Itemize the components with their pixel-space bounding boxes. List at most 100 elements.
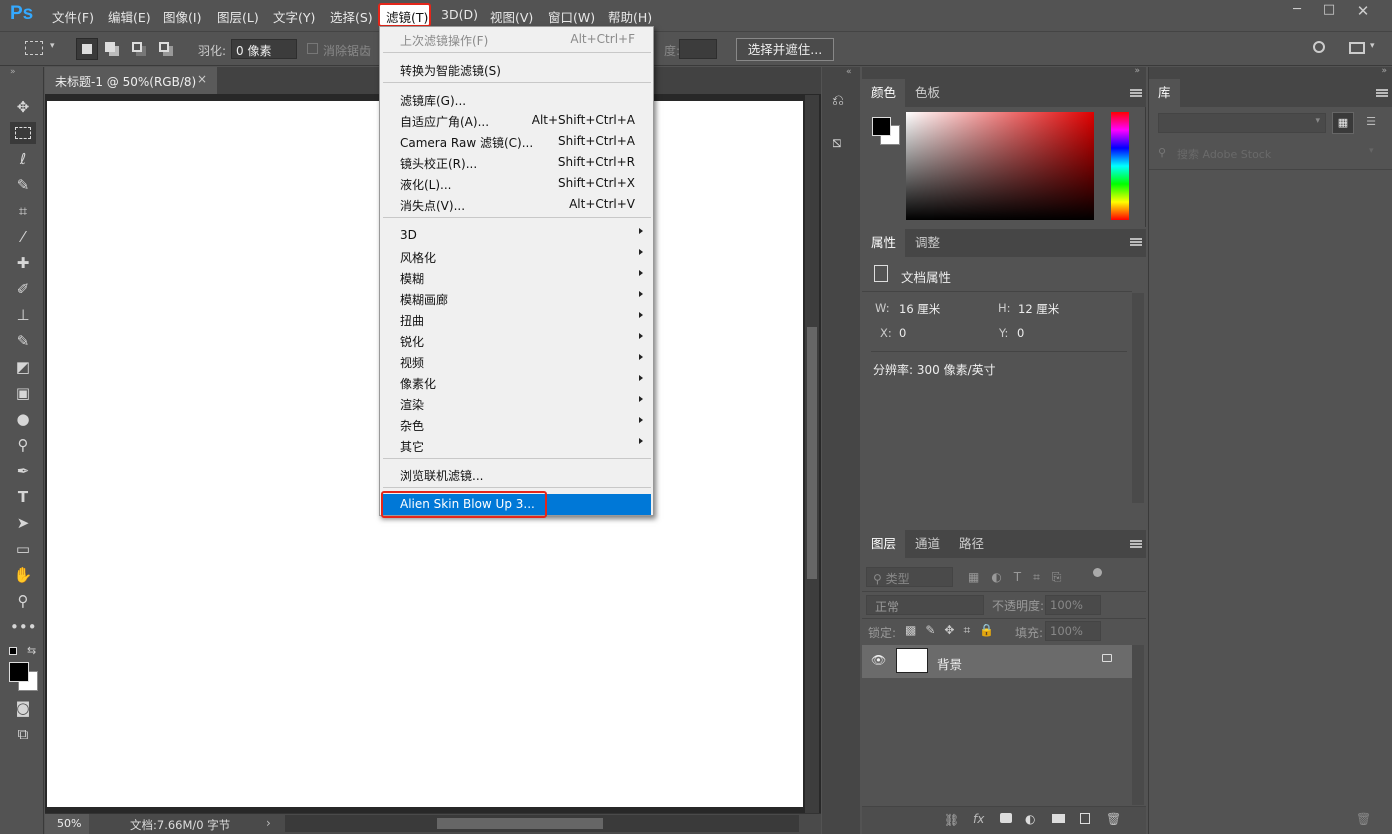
tab-swatches[interactable]: 色板	[906, 79, 949, 107]
quick-select-tool-icon[interactable]: ✎	[10, 174, 36, 196]
tab-library[interactable]: 库	[1149, 79, 1180, 107]
width-value[interactable]: 16 厘米	[899, 301, 940, 317]
document-tab[interactable]: 未标题-1 @ 50%(RGB/8) ×	[45, 67, 217, 94]
delete-layer-icon[interactable]: 🗑	[1106, 812, 1121, 826]
menu-layer[interactable]: 图层(L)	[217, 7, 259, 26]
menu-item-smart-filter[interactable]: 转换为智能滤镜(S)	[400, 62, 501, 79]
history-panel-icon[interactable]: ⎌	[832, 91, 844, 109]
close-tab-icon[interactable]: ×	[197, 72, 207, 86]
submenu-pixelate[interactable]: 像素化	[400, 375, 436, 392]
hue-slider[interactable]	[1111, 112, 1129, 220]
tool-presets-icon[interactable]: ⧅	[832, 133, 842, 151]
menu-help[interactable]: 帮助(H)	[608, 7, 652, 26]
tab-paths[interactable]: 路径	[950, 530, 993, 558]
blur-tool-icon[interactable]: ●	[10, 408, 36, 430]
submenu-stylize[interactable]: 风格化	[400, 249, 436, 266]
quick-mask-icon[interactable]: ◙	[10, 697, 36, 719]
tab-properties[interactable]: 属性	[862, 229, 906, 257]
maximize-icon[interactable]: □	[1314, 2, 1344, 20]
link-layers-icon[interactable]: ⛓	[944, 813, 959, 827]
panel-menu-icon[interactable]	[1376, 89, 1388, 97]
menu-edit[interactable]: 编辑(E)	[108, 7, 151, 26]
menu-item-adaptive-wide-angle[interactable]: 自适应广角(A)...	[400, 113, 489, 130]
tab-adjustments[interactable]: 调整	[906, 229, 949, 257]
new-layer-icon[interactable]	[1080, 813, 1090, 824]
menu-window[interactable]: 窗口(W)	[548, 7, 595, 26]
menu-view[interactable]: 视图(V)	[490, 7, 533, 26]
library-select[interactable]: ▾	[1158, 113, 1326, 133]
properties-scrollbar[interactable]	[1132, 293, 1144, 503]
submenu-noise[interactable]: 杂色	[400, 417, 424, 434]
chevron-down-icon[interactable]: ▾	[1369, 146, 1374, 156]
brush-tool-icon[interactable]: ✐	[10, 278, 36, 300]
submenu-sharpen[interactable]: 锐化	[400, 333, 424, 350]
collapse-icon[interactable]: »	[1134, 66, 1140, 76]
color-field[interactable]	[906, 112, 1094, 220]
rectangle-tool-icon[interactable]: ▭	[10, 538, 36, 560]
default-colors-icon[interactable]	[9, 647, 17, 655]
layer-name[interactable]: 背景	[937, 654, 962, 673]
lock-icons[interactable]: ▩✎✥⌗🔒	[905, 623, 1003, 638]
menu-item-vanishing-point[interactable]: 消失点(V)...	[400, 197, 465, 214]
menu-3d[interactable]: 3D(D)	[441, 7, 478, 22]
search-icon[interactable]	[1313, 41, 1325, 53]
hand-tool-icon[interactable]: ✋	[10, 564, 36, 586]
x-value[interactable]: 0	[899, 326, 906, 340]
height-value[interactable]: 12 厘米	[1018, 301, 1059, 317]
fx-icon[interactable]: fx	[973, 812, 984, 826]
vertical-scrollbar[interactable]	[805, 95, 819, 813]
grid-view-icon[interactable]: ▦	[1332, 112, 1354, 134]
submenu-blur[interactable]: 模糊	[400, 270, 424, 287]
minimize-icon[interactable]: ─	[1282, 2, 1312, 20]
eraser-tool-icon[interactable]: ◩	[10, 356, 36, 378]
lasso-tool-icon[interactable]: ℓ	[10, 148, 36, 170]
fill-input[interactable]: 100%	[1045, 621, 1101, 641]
blend-mode-select[interactable]: 正常	[866, 595, 984, 615]
visibility-eye-icon[interactable]: 👁	[871, 653, 886, 667]
trash-icon[interactable]: 🗑	[1356, 812, 1371, 826]
add-selection-icon[interactable]	[105, 42, 115, 52]
screen-mode-icon[interactable]: ⧉	[10, 723, 36, 745]
y-value[interactable]: 0	[1017, 326, 1024, 340]
gradient-tool-icon[interactable]: ▣	[10, 382, 36, 404]
new-group-icon[interactable]	[1052, 814, 1065, 823]
chevron-down-icon[interactable]: ▾	[1370, 41, 1375, 51]
history-brush-tool-icon[interactable]: ✎	[10, 330, 36, 352]
crop-tool-icon[interactable]: ⌗	[10, 200, 36, 222]
tab-channels[interactable]: 通道	[906, 530, 949, 558]
submenu-video[interactable]: 视频	[400, 354, 424, 371]
menu-item-browse-online[interactable]: 浏览联机滤镜...	[400, 467, 483, 484]
menu-filter[interactable]: 滤镜(T)	[386, 7, 428, 26]
h-scroll-thumb[interactable]	[437, 818, 603, 829]
panel-menu-icon[interactable]	[1130, 89, 1142, 97]
marquee-preset-icon[interactable]	[25, 41, 43, 55]
zoom-level[interactable]: 50%	[45, 814, 89, 834]
intersect-selection-icon[interactable]	[159, 42, 169, 52]
clone-stamp-tool-icon[interactable]: ⊥	[10, 304, 36, 326]
library-search-input[interactable]: 搜索 Adobe Stock	[1177, 146, 1271, 162]
horizontal-scrollbar[interactable]	[285, 815, 799, 832]
new-selection-button[interactable]	[76, 38, 98, 60]
move-tool-icon[interactable]: ✥	[10, 96, 36, 118]
zoom-tool-icon[interactable]: ⚲	[10, 590, 36, 612]
layer-filter-kind[interactable]: ⚲ 类型	[866, 567, 953, 587]
select-and-mask-button[interactable]: 选择并遮住...	[736, 38, 834, 61]
submenu-other[interactable]: 其它	[400, 438, 424, 455]
menu-item-liquify[interactable]: 液化(L)...	[400, 176, 452, 193]
status-menu-icon[interactable]: ›	[266, 816, 271, 830]
tab-layers[interactable]: 图层	[862, 530, 906, 558]
menu-select[interactable]: 选择(S)	[330, 7, 373, 26]
layer-filter-icons[interactable]: ▦◐T⌗⎘	[968, 570, 1074, 585]
submenu-render[interactable]: 渲染	[400, 396, 424, 413]
layer-mask-icon[interactable]	[1000, 813, 1012, 823]
marquee-tool-icon[interactable]	[10, 122, 36, 144]
path-select-tool-icon[interactable]: ➤	[10, 512, 36, 534]
menu-type[interactable]: 文字(Y)	[273, 7, 315, 26]
submenu-blur-gallery[interactable]: 模糊画廊	[400, 291, 448, 308]
foreground-color-swatch[interactable]	[872, 117, 891, 136]
subtract-selection-icon[interactable]	[132, 42, 142, 52]
menu-item-last-filter[interactable]: 上次滤镜操作(F)	[400, 32, 488, 49]
opacity-input[interactable]: 100%	[1045, 595, 1101, 615]
submenu-3d[interactable]: 3D	[400, 228, 417, 242]
chevron-down-icon[interactable]: ▾	[50, 41, 55, 51]
